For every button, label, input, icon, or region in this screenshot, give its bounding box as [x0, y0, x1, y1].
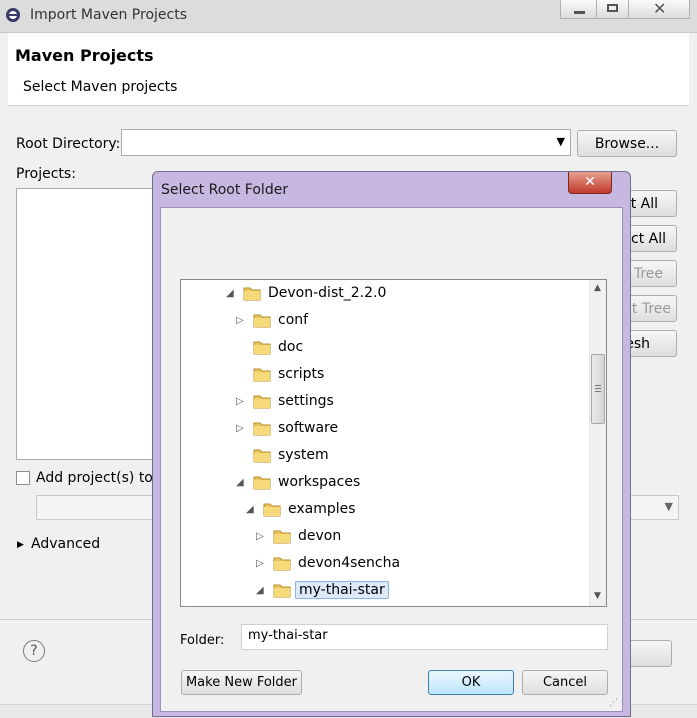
collapsed-arrow-icon[interactable]: ▷ [256, 532, 264, 542]
main-window-title: Import Maven Projects [30, 7, 187, 23]
maximize-button[interactable] [596, 0, 629, 19]
folder-icon [273, 528, 291, 544]
folder-icon [253, 420, 271, 436]
tree-node-label: conf [278, 312, 309, 328]
close-icon: ✕ [653, 0, 667, 18]
question-icon: ? [30, 643, 38, 659]
tree-scrollbar[interactable]: ▲ ▼ [589, 280, 606, 606]
expanded-arrow-icon[interactable]: ◢ [236, 478, 244, 488]
tree-node[interactable]: doc [181, 334, 581, 361]
header-title: Maven Projects [15, 46, 154, 65]
folder-icon [253, 474, 271, 490]
add-projects-label: Add project(s) to [36, 470, 153, 486]
tree-node-label: devon [298, 528, 342, 544]
folder-icon [273, 555, 291, 571]
tree-node-label: devon4sencha [298, 555, 401, 571]
scroll-down-icon[interactable]: ▼ [594, 591, 601, 601]
dialog-client-area: ◢ Devon-dist_2.2.0 ▷ conf doc scripts ▷ setting… [160, 207, 623, 712]
root-directory-combo[interactable]: ▼ [121, 129, 571, 156]
minimize-button[interactable] [560, 0, 597, 19]
folder-icon [253, 447, 271, 463]
collapsed-arrow-icon[interactable]: ▷ [236, 424, 244, 434]
ok-button[interactable]: OK [428, 670, 514, 695]
folder-input[interactable]: my-thai-star [241, 624, 608, 650]
folder-icon [253, 339, 271, 355]
folder-input-value: my-thai-star [248, 628, 328, 643]
folder-icon [253, 393, 271, 409]
add-projects-checkbox[interactable] [16, 471, 30, 485]
browse-button[interactable]: Browse... [577, 130, 677, 157]
tree-node[interactable]: ◢ workspaces [181, 469, 581, 496]
collapsed-arrow-icon[interactable]: ▷ [236, 397, 244, 407]
expanded-arrow-icon[interactable]: ◢ [256, 586, 264, 596]
dropdown-arrow-icon: ▼ [556, 135, 565, 148]
tree-node-label: settings [278, 393, 334, 409]
root-directory-label: Root Directory: [16, 136, 121, 152]
tree-node[interactable]: ▷ software [181, 415, 581, 442]
projects-label: Projects: [16, 166, 76, 182]
dialog-title: Select Root Folder [161, 182, 289, 198]
collapsed-arrow-icon[interactable]: ▷ [236, 316, 244, 326]
scroll-up-icon[interactable]: ▲ [594, 283, 601, 293]
tree-node[interactable]: ▷ devon4sencha [181, 550, 581, 577]
tree-node[interactable]: ◢ examples [181, 496, 581, 523]
help-button[interactable]: ? [23, 640, 45, 662]
tree-node-label: my-thai-star [295, 581, 389, 599]
tree-node-label: scripts [278, 366, 325, 382]
folder-icon [273, 582, 291, 598]
expand-arrow-icon[interactable]: ▶ [17, 540, 24, 550]
expanded-arrow-icon[interactable]: ◢ [226, 289, 234, 299]
tree-node-label: system [278, 447, 329, 463]
tree-node-label: workspaces [278, 474, 361, 490]
close-window-button[interactable]: ✕ [628, 0, 690, 19]
dropdown-arrow-icon: ▼ [664, 500, 673, 513]
tree-node[interactable]: scripts [181, 361, 581, 388]
cancel-button[interactable]: Cancel [522, 670, 608, 695]
tree-node[interactable]: ▷ conf [181, 307, 581, 334]
tree-node[interactable]: ▷ devon [181, 523, 581, 550]
tree-node[interactable]: ◢ my-thai-star [181, 577, 581, 604]
advanced-label[interactable]: Advanced [31, 536, 100, 552]
tree-node[interactable]: ◢ Devon-dist_2.2.0 [181, 280, 581, 307]
resize-grip-icon[interactable]: ⋰ [609, 698, 618, 708]
folder-icon [253, 366, 271, 382]
folder-icon [263, 501, 281, 517]
eclipse-icon [6, 8, 20, 22]
folder-label: Folder: [180, 633, 225, 648]
folder-tree[interactable]: ◢ Devon-dist_2.2.0 ▷ conf doc scripts ▷ setting… [180, 279, 607, 607]
tree-node-label: Devon-dist_2.2.0 [268, 285, 387, 301]
tree-node[interactable]: system [181, 442, 581, 469]
scroll-thumb[interactable] [591, 354, 605, 424]
header-subtitle: Select Maven projects [23, 79, 178, 95]
make-new-folder-button[interactable]: Make New Folder [181, 670, 302, 695]
tree-node-label: doc [278, 339, 304, 355]
folder-icon [243, 285, 261, 301]
wizard-header [8, 33, 689, 106]
tree-node-label: examples [288, 501, 356, 517]
expanded-arrow-icon[interactable]: ◢ [246, 505, 254, 515]
folder-icon [253, 312, 271, 328]
select-root-folder-dialog: Select Root Folder ✕ ◢ Devon-dist_2.2.0 ▷ c… [152, 171, 631, 717]
collapsed-arrow-icon[interactable]: ▷ [256, 559, 264, 569]
close-icon: ✕ [584, 174, 596, 190]
tree-node[interactable]: ▷ settings [181, 388, 581, 415]
tree-node-label: software [278, 420, 339, 436]
dialog-close-button[interactable]: ✕ [568, 172, 612, 194]
